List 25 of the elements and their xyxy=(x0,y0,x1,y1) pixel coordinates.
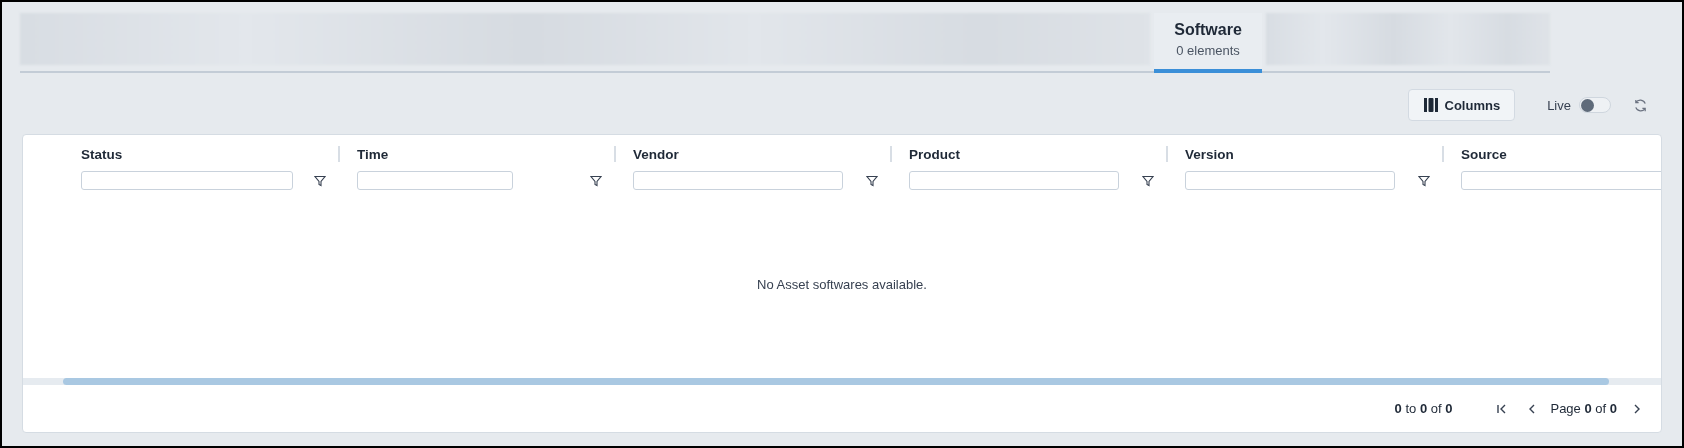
page-indicator: Page 0 of 0 xyxy=(1550,401,1617,416)
refresh-icon[interactable] xyxy=(1633,97,1648,113)
filter-icon[interactable] xyxy=(1142,174,1154,187)
column-header[interactable]: Source xyxy=(1461,146,1507,162)
filter-icon[interactable] xyxy=(590,174,602,187)
column-header[interactable]: Product xyxy=(909,146,960,162)
filter-icon[interactable] xyxy=(1418,174,1430,187)
column-header[interactable]: Time xyxy=(357,146,389,162)
filter-field[interactable] xyxy=(633,171,843,190)
filter-field[interactable] xyxy=(357,171,513,190)
empty-message: No Asset softwares available. xyxy=(757,276,927,292)
filter-icon[interactable] xyxy=(866,174,878,187)
filter-field[interactable] xyxy=(1185,171,1395,190)
column-header[interactable]: Status xyxy=(81,146,123,162)
filter-field[interactable] xyxy=(81,171,293,190)
column-header[interactable]: Version xyxy=(1185,146,1234,162)
row-range: 0 to 0 of 0 xyxy=(1394,401,1453,416)
columns-icon xyxy=(1422,97,1439,113)
filter-icon[interactable] xyxy=(314,174,326,187)
filter-field[interactable] xyxy=(1461,171,1661,190)
live-toggle[interactable] xyxy=(1579,97,1611,113)
filter-field[interactable] xyxy=(909,171,1119,190)
column-header[interactable]: Vendor xyxy=(633,146,679,162)
columns-button[interactable]: Columns xyxy=(1407,89,1516,121)
live-label: Live xyxy=(1547,97,1571,113)
